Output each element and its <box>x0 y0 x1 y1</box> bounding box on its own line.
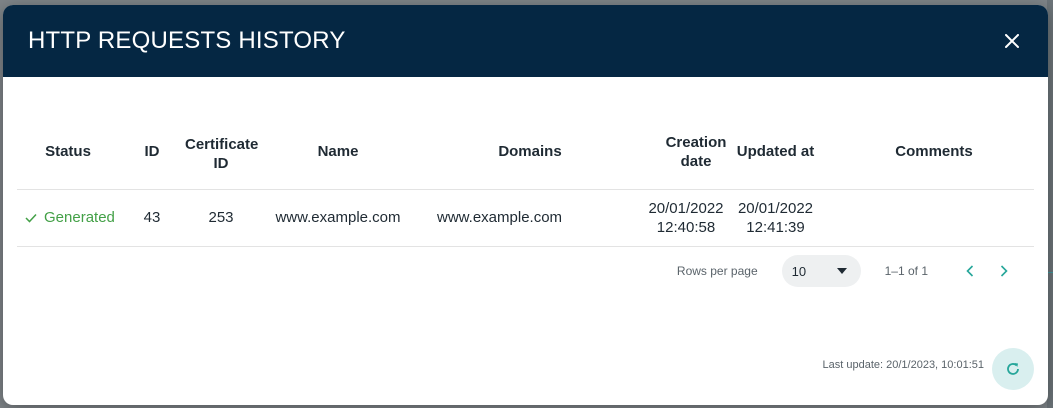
rows-per-page-label: Rows per page <box>676 264 758 278</box>
creation-date: 20/01/2022 <box>648 199 724 217</box>
rows-per-page-select[interactable]: 10 <box>781 255 861 287</box>
last-update-text: Last update: 20/1/2023, 10:01:51 <box>822 359 984 371</box>
requests-table: Status ID Certificate ID Name Domains Cr… <box>17 115 1034 247</box>
updated-date: 20/01/2022 <box>737 199 814 217</box>
next-page-button[interactable] <box>992 259 1016 283</box>
creation-time: 12:40:58 <box>656 218 716 236</box>
comments-cell <box>834 189 1034 247</box>
http-requests-history-dialog: HTTP REQUESTS HISTORY Status ID Certific… <box>3 5 1048 405</box>
chevron-left-icon <box>966 265 974 277</box>
creation-date-cell: 20/01/2022 12:40:58 <box>641 189 731 247</box>
pagination-bar: Rows per page 10 1–1 of 1 <box>17 251 1034 291</box>
table-row[interactable]: Generated 43 253 www.example.com www.exa… <box>17 189 1034 247</box>
id-cell: 43 <box>119 189 185 247</box>
close-icon <box>1005 34 1019 48</box>
name-cell: www.example.com <box>257 189 419 247</box>
status-text: Generated <box>44 209 115 226</box>
updated-at-cell: 20/01/2022 12:41:39 <box>731 189 834 247</box>
dialog-header: HTTP REQUESTS HISTORY <box>3 5 1048 77</box>
column-header-comments[interactable]: Comments <box>834 115 1034 190</box>
column-header-id[interactable]: ID <box>119 115 185 190</box>
column-header-certificate-id[interactable]: Certificate ID <box>185 115 258 190</box>
refresh-icon <box>1007 363 1019 375</box>
check-icon <box>25 213 37 223</box>
status-cell: Generated <box>17 189 119 247</box>
chevron-right-icon <box>1000 265 1008 277</box>
column-header-status[interactable]: Status <box>17 115 119 190</box>
caret-down-icon <box>836 268 847 274</box>
updated-time: 12:41:39 <box>746 218 805 236</box>
column-header-domains[interactable]: Domains <box>419 115 641 190</box>
refresh-button[interactable] <box>992 348 1034 390</box>
table-header-row: Status ID Certificate ID Name Domains Cr… <box>17 115 1034 190</box>
pagination-range: 1–1 of 1 <box>884 264 928 278</box>
column-header-creation-date[interactable]: Creation date <box>641 115 731 190</box>
domains-cell: www.example.com <box>419 189 641 247</box>
column-header-updated-at[interactable]: Updated at <box>731 115 834 190</box>
dialog-title: HTTP REQUESTS HISTORY <box>28 27 346 54</box>
rows-per-page-value: 10 <box>791 263 807 279</box>
column-header-name[interactable]: Name <box>257 115 419 190</box>
certificate-id-cell: 253 <box>185 189 257 247</box>
requests-table-container: Status ID Certificate ID Name Domains Cr… <box>17 115 1034 247</box>
close-button[interactable] <box>1000 29 1024 53</box>
previous-page-button[interactable] <box>958 259 982 283</box>
